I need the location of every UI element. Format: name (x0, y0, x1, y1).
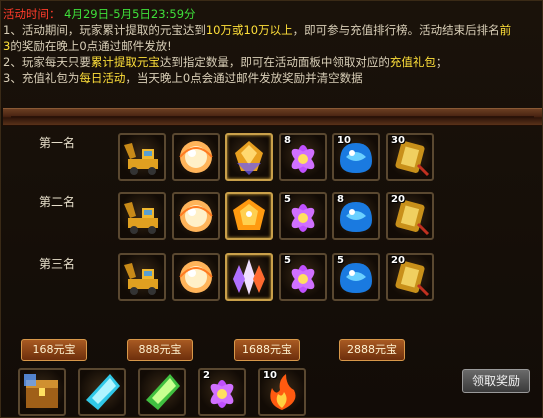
treasure-box-icon (24, 374, 58, 408)
gold-gem-icon (235, 141, 263, 175)
rule-1-line-1: 1、活动期间，玩家累计提取的元宝达到10万或10万以上，即可参与充值排行榜。活动… (3, 22, 542, 38)
activity-info: 活动时间： 4月29日-5月5日23:59分 1、活动期间，玩家累计提取的元宝达… (3, 6, 542, 86)
daily-reward-item-3[interactable] (138, 368, 186, 416)
rank-1-item-6[interactable]: 30 (386, 133, 434, 181)
tier-button-1688[interactable]: 1688元宝 (234, 339, 300, 361)
item-count: 10 (337, 135, 351, 146)
rule-2-gift: 充值礼包 (389, 55, 436, 69)
green-crystal-icon (146, 374, 180, 410)
rank-3-label: 第三名 (39, 257, 76, 271)
rank-3-item-3[interactable] (225, 253, 273, 301)
item-count: 30 (391, 135, 405, 146)
claim-reward-button[interactable]: 领取奖励 (462, 369, 530, 393)
rule-2-prefix: 2、玩家每天只要 (3, 55, 91, 69)
rule-2: 2、玩家每天只要累计提取元宝达到指定数量，即可在活动面板中领取对应的充值礼包； (3, 54, 542, 70)
tier-button-888[interactable]: 888元宝 (127, 339, 193, 361)
excavator-icon (124, 202, 158, 234)
item-count: 5 (284, 194, 291, 205)
rule-1-text: 1、活动期间，玩家累计提取的元宝达到 (3, 23, 206, 37)
rank-2-item-5[interactable]: 8 (332, 192, 380, 240)
rank-2-item-6[interactable]: 20 (386, 192, 434, 240)
section-divider (3, 108, 542, 126)
rule-1-mid: ，即可参与充值排行榜。活动结束后排名 (292, 23, 500, 37)
item-count: 5 (337, 255, 344, 266)
rank-1-item-2[interactable] (172, 133, 220, 181)
rank-1-item-1[interactable] (118, 133, 166, 181)
rank-1-item-3[interactable] (225, 133, 273, 181)
item-count: 10 (263, 370, 277, 381)
activity-time-label: 活动时间： (3, 7, 61, 21)
amber-gem-icon (233, 199, 265, 230)
daily-reward-item-5[interactable]: 10 (258, 368, 306, 416)
daily-reward-item-4[interactable]: 2 (198, 368, 246, 416)
rule-1-line-2-text: 的奖励在晚上0点通过邮件发放! (10, 39, 172, 53)
activity-time-range: 4月29日-5月5日23:59分 (64, 7, 196, 21)
rank-2-item-1[interactable] (118, 192, 166, 240)
rank-1-item-5[interactable]: 10 (332, 133, 380, 181)
activity-time-row: 活动时间： 4月29日-5月5日23:59分 (3, 6, 542, 22)
rule-3-end: ，当天晚上0点会通过邮件发放奖励并清空数据 (125, 71, 363, 85)
rank-3-item-2[interactable] (172, 253, 220, 301)
gold-orb-icon (179, 200, 213, 232)
rank-2-label: 第二名 (39, 195, 76, 209)
item-count: 5 (284, 255, 291, 266)
rank-3-item-1[interactable] (118, 253, 166, 301)
rule-1-amount: 10万或10万以上 (205, 23, 293, 37)
tier-button-168[interactable]: 168元宝 (21, 339, 87, 361)
gold-orb-icon (179, 261, 213, 293)
rule-2-highlight: 累计提取元宝 (90, 55, 160, 69)
excavator-icon (124, 143, 158, 175)
activity-panel: 活动时间： 4月29日-5月5日23:59分 1、活动期间，玩家累计提取的元宝达… (0, 0, 543, 418)
tier-button-2888[interactable]: 2888元宝 (339, 339, 405, 361)
rank-3-item-6[interactable]: 20 (386, 253, 434, 301)
item-count: 8 (284, 135, 291, 146)
item-count: 8 (337, 194, 344, 205)
excavator-icon (124, 263, 158, 295)
rule-2-mid: 达到指定数量，即可在活动面板中领取对应的 (159, 55, 390, 69)
cyan-crystal-icon (86, 374, 120, 410)
rank-2-item-4[interactable]: 5 (279, 192, 327, 240)
gold-orb-icon (179, 141, 213, 173)
item-count: 20 (391, 255, 405, 266)
daily-reward-item-1[interactable] (18, 368, 66, 416)
crystal-shard-icon (233, 259, 265, 295)
item-count: 20 (391, 194, 405, 205)
rank-1-item-4[interactable]: 8 (279, 133, 327, 181)
rank-3-item-4[interactable]: 5 (279, 253, 327, 301)
rank-1-label: 第一名 (39, 136, 76, 150)
rank-3-item-5[interactable]: 5 (332, 253, 380, 301)
rule-2-end: ； (435, 55, 448, 69)
rule-3-daily: 每日活动 (79, 71, 126, 85)
rule-3-prefix: 3、充值礼包为 (3, 71, 80, 85)
daily-reward-item-2[interactable] (78, 368, 126, 416)
item-count: 2 (203, 370, 210, 381)
rule-1-front: 前 (499, 23, 512, 37)
rank-2-item-2[interactable] (172, 192, 220, 240)
rank-2-item-3[interactable] (225, 192, 273, 240)
rule-3: 3、充值礼包为每日活动，当天晚上0点会通过邮件发放奖励并清空数据 (3, 70, 542, 86)
rule-1-line-2: 3的奖励在晚上0点通过邮件发放! (3, 38, 542, 54)
